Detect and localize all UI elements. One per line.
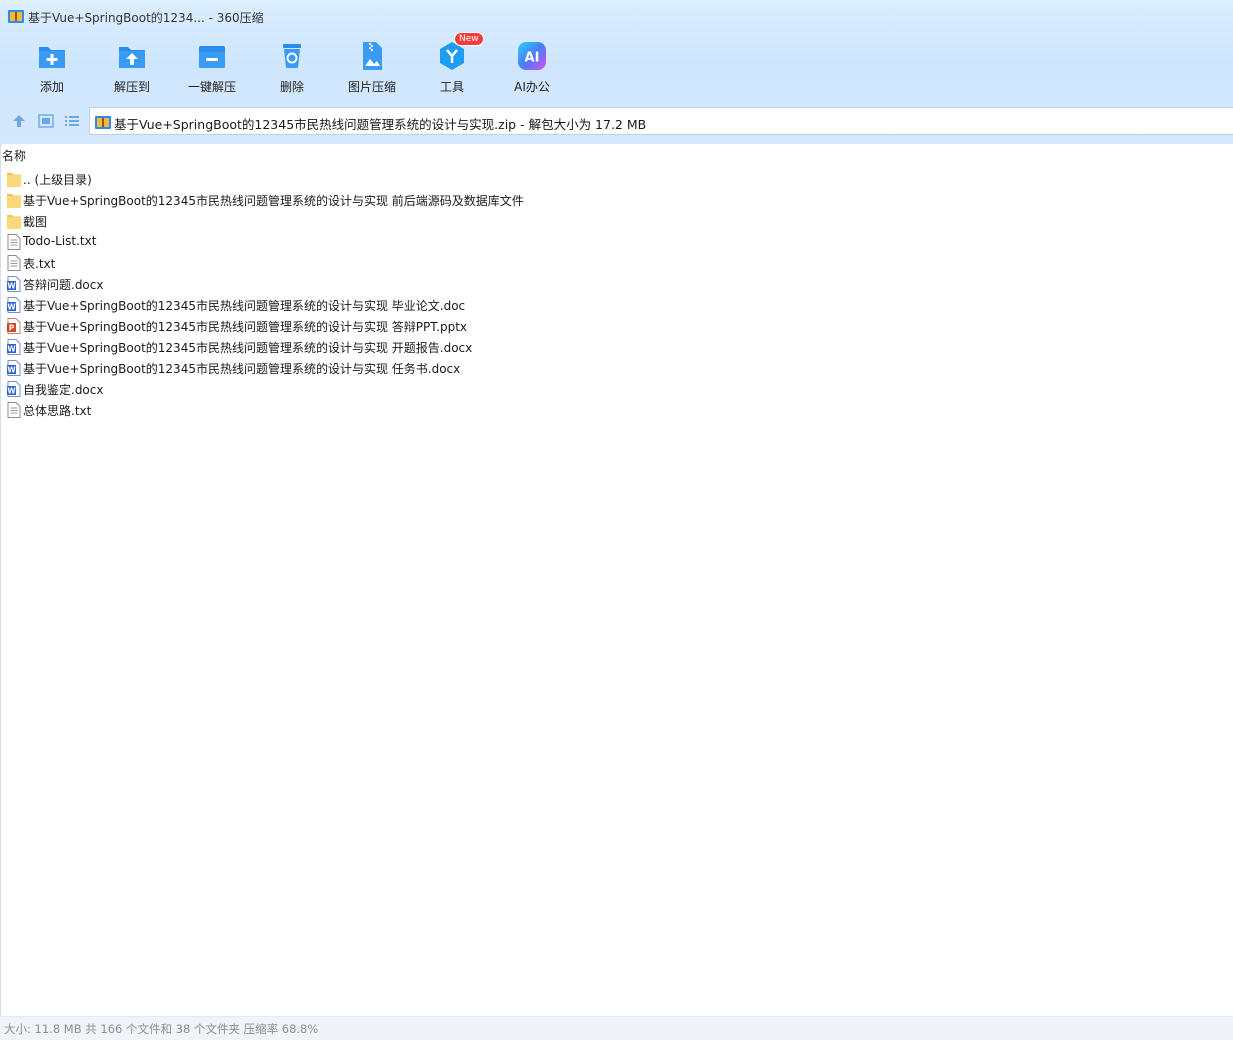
- image-compress-button[interactable]: 图片压缩: [332, 36, 412, 100]
- file-name: 基于Vue+SpringBoot的12345市民热线问题管理系统的设计与实现 前…: [23, 194, 524, 208]
- new-badge: New: [454, 32, 484, 46]
- text-file-icon: [7, 402, 21, 418]
- folder-icon: [7, 213, 21, 229]
- quick-extract-icon: [199, 46, 225, 68]
- zip-archive-icon: [95, 116, 111, 129]
- list-item[interactable]: 截图: [1, 210, 1233, 231]
- file-name: 表.txt: [23, 257, 56, 271]
- word-document-icon: W: [7, 276, 21, 292]
- folder-icon: [7, 171, 21, 187]
- ai-office-label: AI办公: [514, 80, 550, 94]
- list-item[interactable]: P 基于Vue+SpringBoot的12345市民热线问题管理系统的设计与实现 …: [1, 315, 1233, 336]
- file-name: 基于Vue+SpringBoot的12345市民热线问题管理系统的设计与实现 答…: [23, 320, 468, 334]
- list-item[interactable]: 总体思路.txt: [1, 399, 1233, 420]
- extract-to-icon: [119, 47, 145, 68]
- quick-extract-button[interactable]: 一键解压: [172, 36, 252, 100]
- powerpoint-file-icon: P: [7, 318, 21, 334]
- thumbnail-view-icon[interactable]: [37, 112, 55, 130]
- extract-to-button[interactable]: 解压到: [92, 36, 172, 100]
- file-name: 基于Vue+SpringBoot的12345市民热线问题管理系统的设计与实现 任…: [23, 362, 461, 376]
- list-item[interactable]: W 答辩问题.docx: [1, 273, 1233, 294]
- file-name: 答辩问题.docx: [23, 278, 104, 292]
- word-document-icon: W: [7, 339, 21, 355]
- file-rows: .. (上级目录) 基于Vue+SpringBoot的12345市民热线问题管理系…: [1, 168, 1233, 420]
- quick-extract-label: 一键解压: [187, 80, 236, 94]
- folder-icon: [7, 192, 21, 208]
- address-text: 基于Vue+SpringBoot的12345市民热线问题管理系统的设计与实现.z…: [114, 117, 647, 132]
- file-list[interactable]: 名称 .. (上级目录) 基于Vue+SpringBoot的12345市民热线问题…: [0, 144, 1233, 1016]
- window-title: 基于Vue+SpringBoot的1234... - 360压缩: [28, 11, 264, 25]
- list-item[interactable]: .. (上级目录): [1, 168, 1233, 189]
- list-item[interactable]: 表.txt: [1, 252, 1233, 273]
- delete-button[interactable]: 删除: [252, 36, 332, 100]
- word-document-icon: W: [7, 360, 21, 376]
- svg-text:W: W: [7, 345, 16, 354]
- delete-label: 删除: [279, 80, 304, 94]
- file-name: 基于Vue+SpringBoot的12345市民热线问题管理系统的设计与实现 开…: [23, 341, 473, 355]
- tools-button[interactable]: New 工具: [412, 32, 492, 100]
- svg-text:W: W: [7, 282, 16, 291]
- window-chrome: 基于Vue+SpringBoot的1234... - 360压缩 添加 解压到: [0, 0, 1233, 144]
- svg-text:AI: AI: [525, 51, 540, 66]
- svg-text:W: W: [7, 303, 16, 312]
- column-header-name[interactable]: 名称: [2, 147, 26, 164]
- tools-label: 工具: [439, 80, 464, 94]
- list-item[interactable]: W 基于Vue+SpringBoot的12345市民热线问题管理系统的设计与实现 …: [1, 336, 1233, 357]
- file-name: .. (上级目录): [23, 173, 92, 187]
- list-view-icon[interactable]: [63, 112, 81, 130]
- list-item[interactable]: 基于Vue+SpringBoot的12345市民热线问题管理系统的设计与实现 前…: [1, 189, 1233, 210]
- status-bar: 大小: 11.8 MB 共 166 个文件和 38 个文件夹 压缩率 68.8%: [0, 1016, 1233, 1040]
- svg-text:P: P: [9, 324, 15, 333]
- ai-office-icon: AI: [518, 42, 546, 70]
- list-item[interactable]: Todo-List.txt: [1, 231, 1233, 252]
- ai-office-button[interactable]: AI AI办公: [492, 36, 572, 100]
- status-text: 大小: 11.8 MB 共 166 个文件和 38 个文件夹 压缩率 68.8%: [4, 1022, 319, 1036]
- zip-archive-icon: [8, 10, 24, 23]
- text-file-icon: [7, 255, 21, 271]
- svg-text:W: W: [7, 366, 16, 375]
- file-name: Todo-List.txt: [23, 234, 97, 248]
- file-name: 基于Vue+SpringBoot的12345市民热线问题管理系统的设计与实现 毕…: [23, 299, 466, 313]
- file-name: 截图: [23, 215, 48, 229]
- word-document-icon: W: [7, 297, 21, 313]
- list-item[interactable]: W 基于Vue+SpringBoot的12345市民热线问题管理系统的设计与实现 …: [1, 294, 1233, 315]
- list-item[interactable]: W 自我鉴定.docx: [1, 378, 1233, 399]
- file-name: 总体思路.txt: [23, 404, 92, 418]
- text-file-icon: [7, 234, 21, 250]
- image-compress-icon: [363, 42, 382, 70]
- add-button[interactable]: 添加: [12, 36, 92, 100]
- navigation-bar: 基于Vue+SpringBoot的12345市民热线问题管理系统的设计与实现.z…: [0, 106, 1233, 136]
- delete-icon: [283, 44, 301, 68]
- list-item[interactable]: W 基于Vue+SpringBoot的12345市民热线问题管理系统的设计与实现 …: [1, 357, 1233, 378]
- file-name: 自我鉴定.docx: [23, 383, 104, 397]
- address-bar[interactable]: 基于Vue+SpringBoot的12345市民热线问题管理系统的设计与实现.z…: [89, 107, 1233, 135]
- word-document-icon: W: [7, 381, 21, 397]
- svg-text:W: W: [7, 387, 16, 396]
- add-icon: [39, 47, 65, 68]
- image-compress-label: 图片压缩: [347, 80, 396, 94]
- add-label: 添加: [39, 80, 64, 94]
- up-arrow-icon[interactable]: [10, 112, 28, 130]
- extract-to-label: 解压到: [113, 80, 150, 94]
- title-bar: 基于Vue+SpringBoot的1234... - 360压缩: [0, 0, 1233, 34]
